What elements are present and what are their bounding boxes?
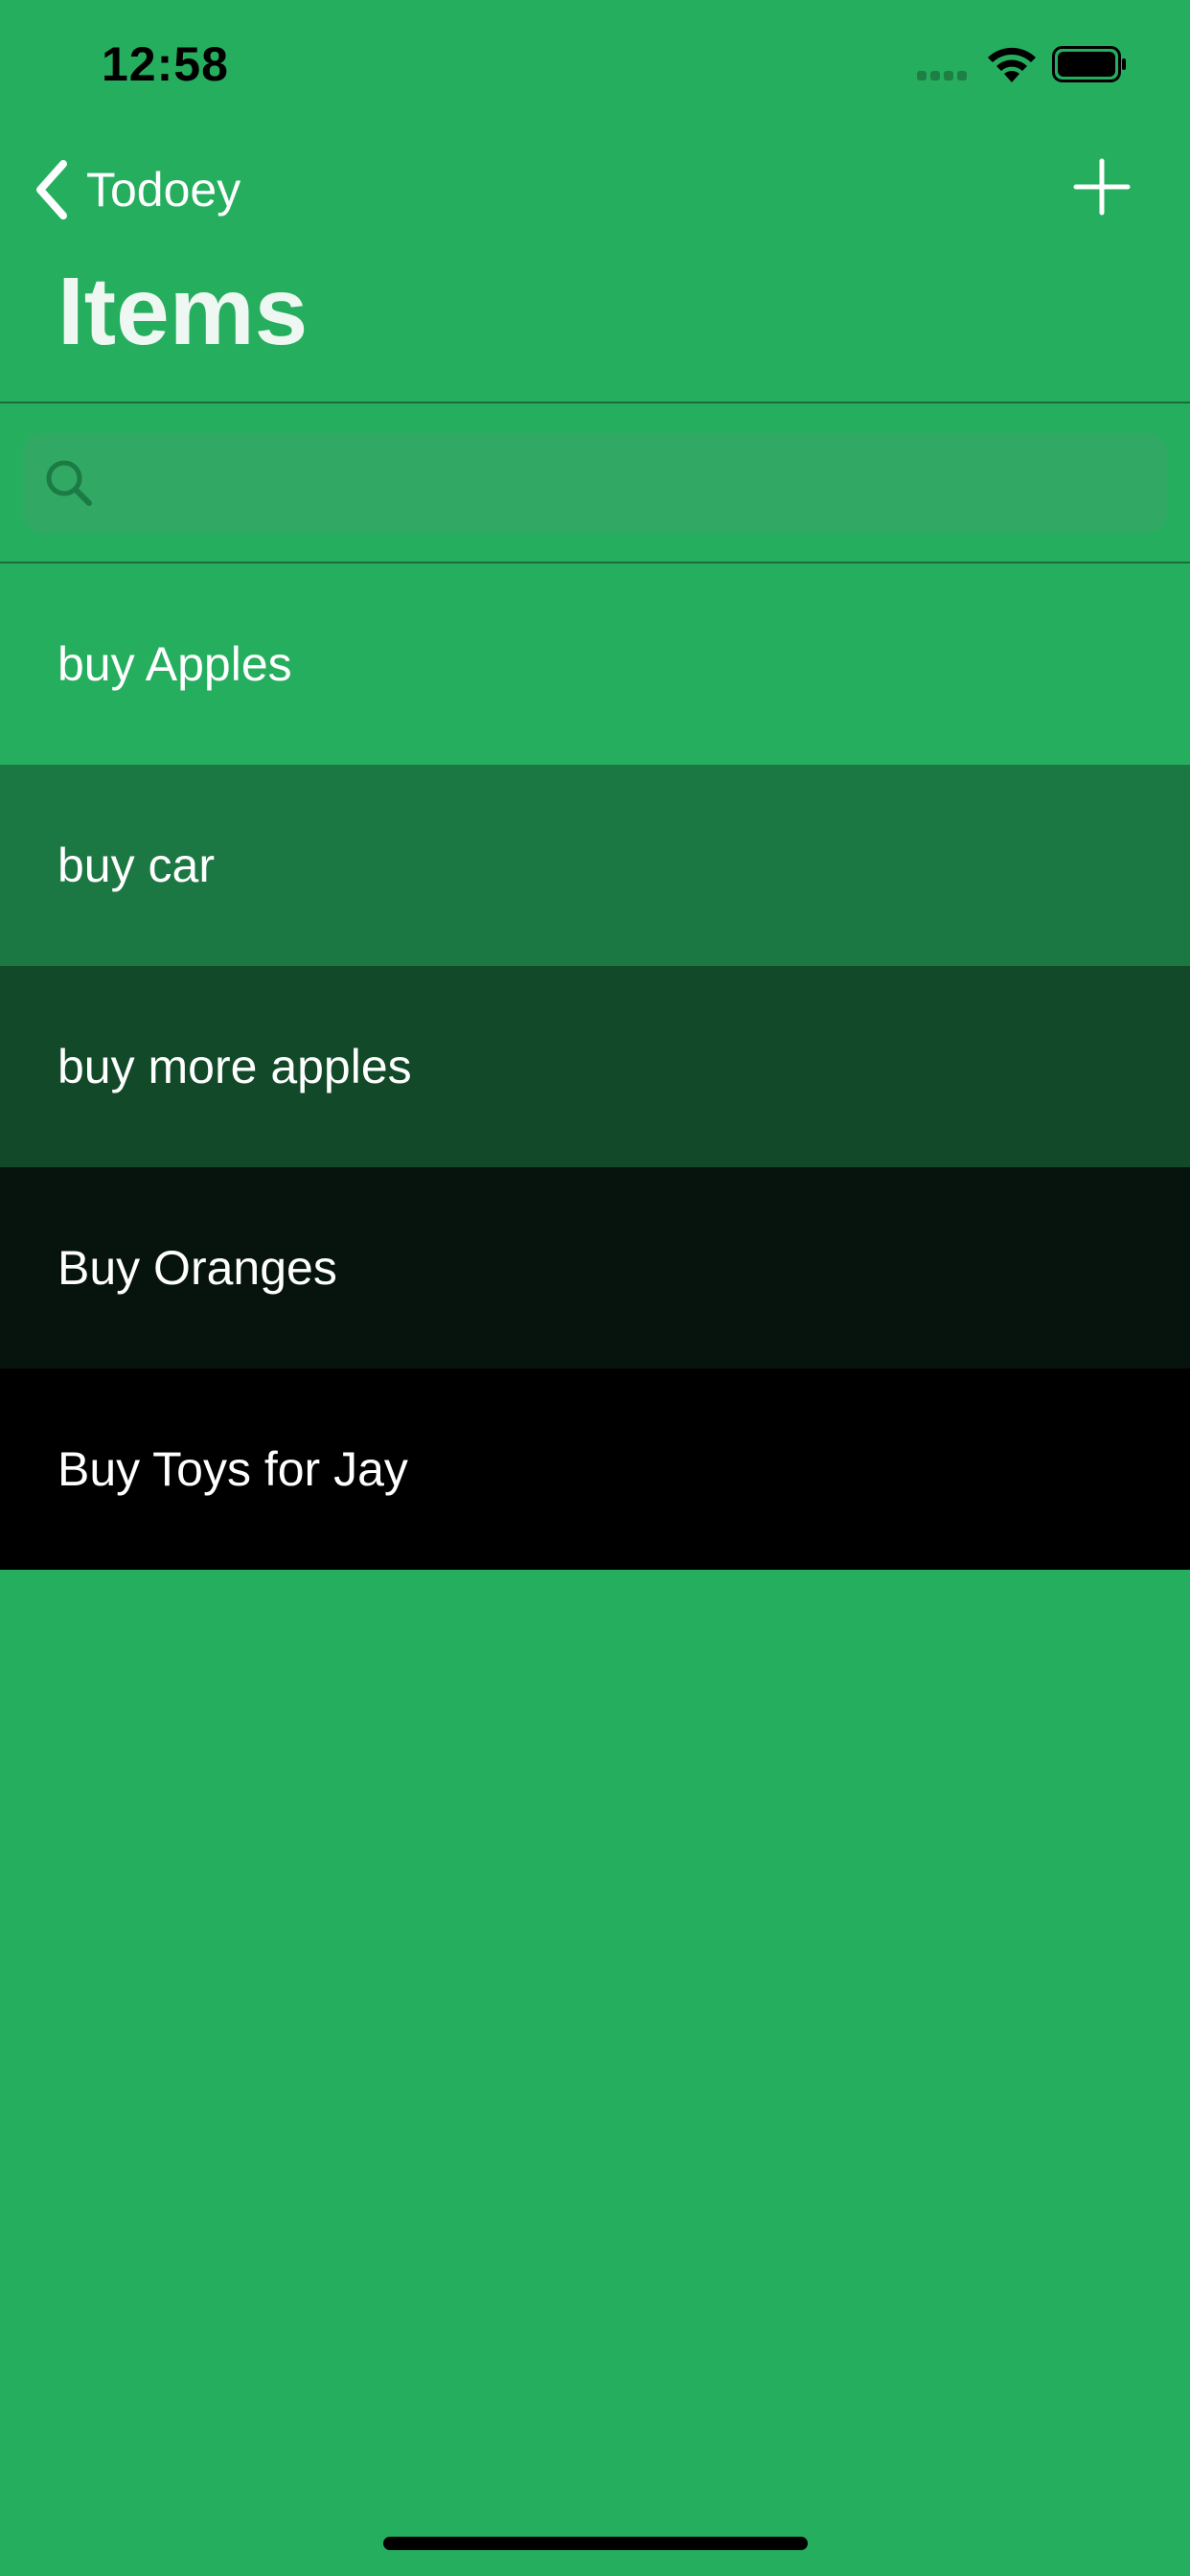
search-bar[interactable] <box>23 433 1167 535</box>
navigation-bar: Todoey Items <box>0 129 1190 402</box>
search-input[interactable] <box>111 433 1150 535</box>
list-item-label: buy more apples <box>57 1040 412 1093</box>
item-list: buy Apples buy car buy more apples Buy O… <box>0 564 1190 1570</box>
plus-icon[interactable] <box>1073 158 1131 216</box>
home-indicator[interactable] <box>383 2537 808 2550</box>
list-item[interactable]: Buy Oranges <box>0 1167 1190 1368</box>
chevron-left-icon <box>36 160 67 219</box>
cellular-signal-icon <box>917 71 967 80</box>
list-item-label: buy car <box>57 839 215 892</box>
battery-icon <box>1052 46 1126 82</box>
status-time: 12:58 <box>102 37 229 91</box>
list-item[interactable]: buy Apples <box>0 564 1190 765</box>
list-item[interactable]: buy more apples <box>0 966 1190 1167</box>
list-item-label: buy Apples <box>57 637 292 691</box>
search-icon <box>46 460 92 506</box>
back-button-label: Todoey <box>86 163 241 217</box>
list-item[interactable]: buy car <box>0 765 1190 966</box>
status-bar: 12:58 <box>0 0 1190 129</box>
list-item[interactable]: Buy Toys for Jay <box>0 1368 1190 1570</box>
nav-divider <box>0 402 1190 403</box>
page-title: Items <box>57 258 309 365</box>
back-button[interactable]: Todoey <box>33 156 240 223</box>
wifi-icon <box>988 47 1036 82</box>
list-item-label: Buy Toys for Jay <box>57 1442 408 1496</box>
list-item-label: Buy Oranges <box>57 1241 337 1295</box>
